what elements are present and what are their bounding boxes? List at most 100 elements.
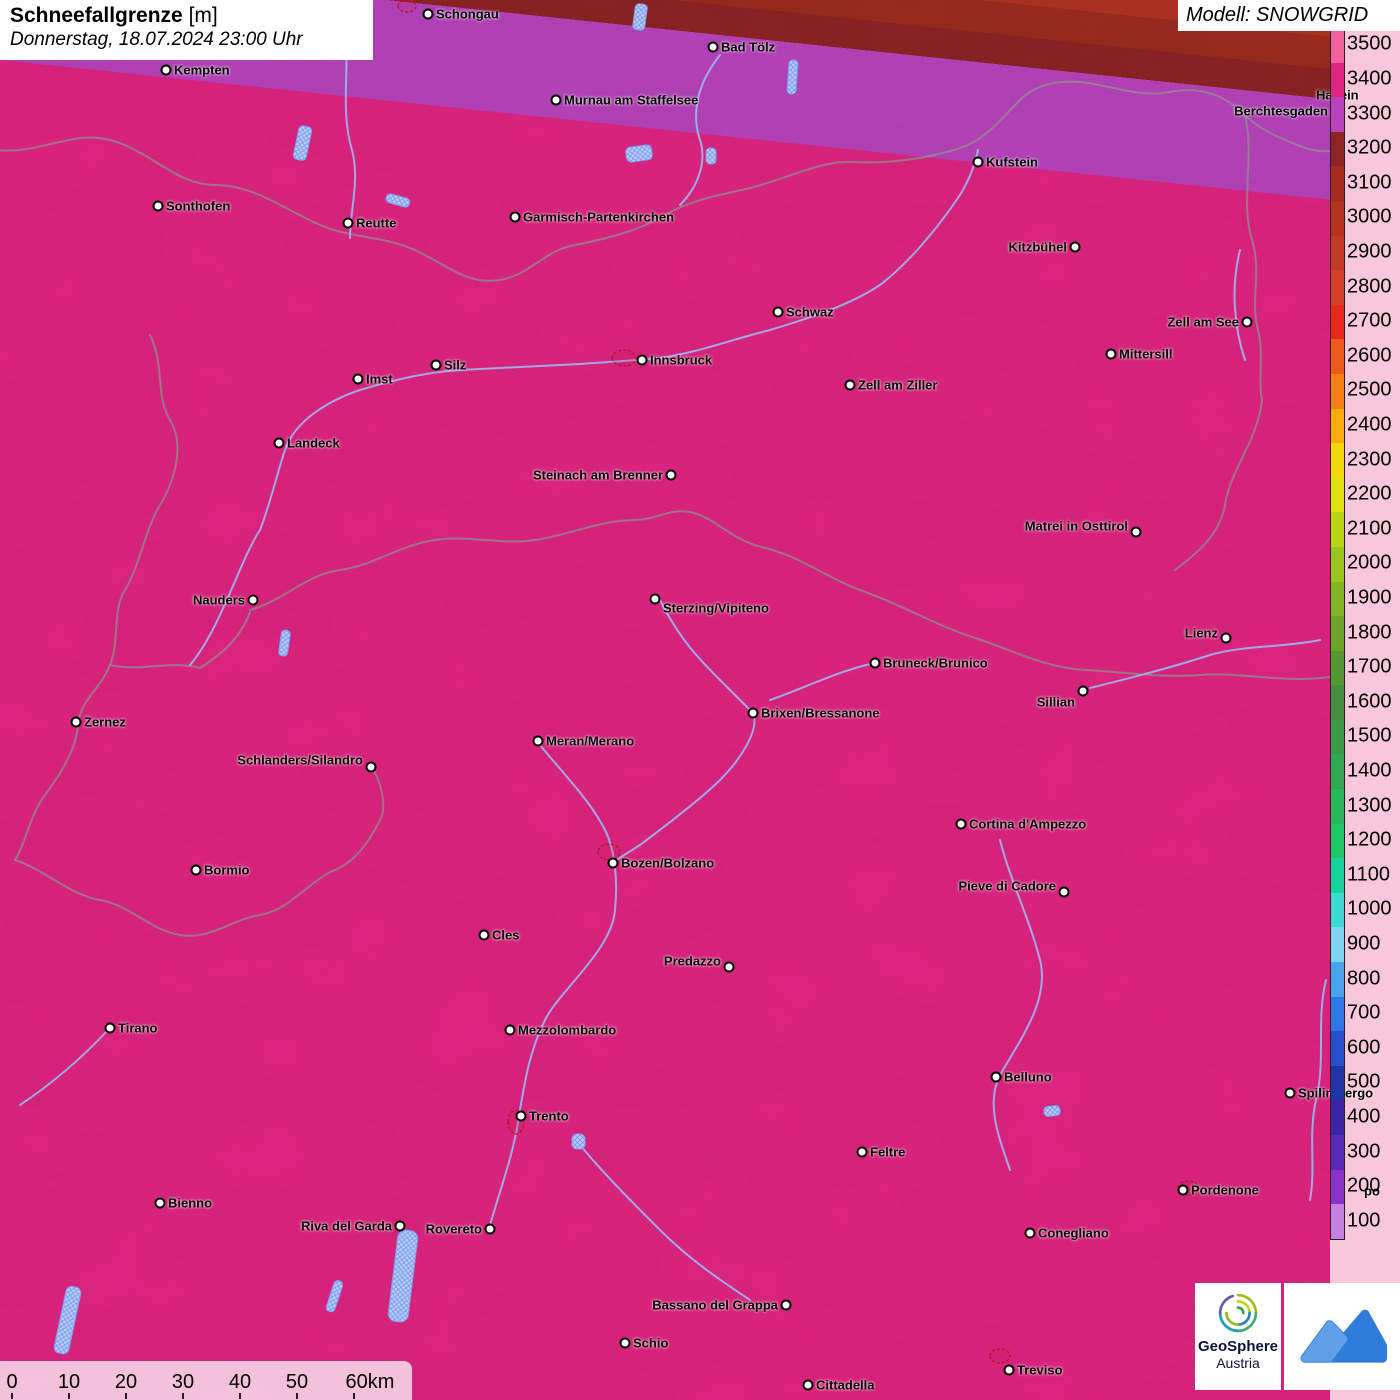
city-dot <box>1285 1088 1296 1099</box>
city-label: Schongau <box>436 7 499 22</box>
city-label: Garmisch-Partenkirchen <box>523 210 674 225</box>
color-scale <box>1330 27 1345 1240</box>
city-label: Conegliano <box>1038 1226 1109 1241</box>
city-label: Pordenone <box>1191 1183 1259 1198</box>
city-dot <box>1004 1365 1015 1376</box>
city-dot <box>71 717 82 728</box>
city-label: Feltre <box>870 1145 905 1160</box>
color-scale-segment <box>1331 374 1344 409</box>
geosphere-logo: GeoSphere Austria <box>1195 1283 1281 1390</box>
city-label: Schlanders/Silandro <box>237 753 363 768</box>
city-label: Schio <box>633 1336 668 1351</box>
color-scale-segment <box>1331 443 1344 478</box>
city-dot <box>191 865 202 876</box>
color-scale-segment <box>1331 824 1344 859</box>
city-dot <box>724 962 735 973</box>
city-label: Bormio <box>204 863 250 878</box>
city-label: Brixen/Bressanone <box>761 706 880 721</box>
color-scale-segment <box>1331 339 1344 374</box>
city-label: Reutte <box>356 216 396 231</box>
city-label: Kempten <box>174 63 230 78</box>
city-label: Trento <box>529 1109 569 1124</box>
city-label: Nauders <box>193 593 245 608</box>
city-dot <box>608 858 619 869</box>
city-label: Pieve di Cadore <box>958 879 1056 894</box>
city-label: Rovereto <box>426 1222 482 1237</box>
city-dot <box>991 1072 1002 1083</box>
city-dot <box>551 95 562 106</box>
color-scale-segment <box>1331 616 1344 651</box>
city-label: Riva del Garda <box>301 1219 392 1234</box>
city-label: Bozen/Bolzano <box>621 856 714 871</box>
color-scale-segment <box>1331 166 1344 201</box>
color-scale-segment <box>1331 651 1344 686</box>
city-label: Schwaz <box>786 305 834 320</box>
scale-bar-tick-label: 30 <box>172 1371 194 1394</box>
color-scale-segment <box>1331 997 1344 1032</box>
color-scale-segment <box>1331 1135 1344 1170</box>
color-scale-segment <box>1331 720 1344 755</box>
city-dot <box>1131 527 1142 538</box>
city-label: Zell am See <box>1167 315 1239 330</box>
city-dot <box>620 1338 631 1349</box>
scale-bar-tick-label: 10 <box>58 1371 80 1394</box>
city-dot <box>1106 349 1117 360</box>
city-dot <box>870 658 881 669</box>
scale-bar-tick-label: 40 <box>229 1371 251 1394</box>
city-label: Cles <box>492 928 519 943</box>
city-label: Bruneck/Brunico <box>883 656 988 671</box>
city-label: Imst <box>366 372 393 387</box>
city-label: Steinach am Brenner <box>533 468 663 483</box>
city-label: Sonthofen <box>166 199 230 214</box>
scale-bar: 0102030405060km <box>0 1361 412 1400</box>
city-dot <box>748 708 759 719</box>
city-dot <box>353 374 364 385</box>
color-scale-segment <box>1331 478 1344 513</box>
city-dot <box>708 42 719 53</box>
city-dot <box>803 1380 814 1391</box>
scale-bar-tick <box>182 1393 184 1399</box>
city-label: Lienz <box>1185 626 1218 641</box>
city-label: Bassano del Grappa <box>652 1298 778 1313</box>
color-scale-segment <box>1331 789 1344 824</box>
city-label: Zell am Ziller <box>858 378 937 393</box>
color-scale-segment <box>1331 270 1344 305</box>
color-scale-segment <box>1331 858 1344 893</box>
city-dot <box>845 380 856 391</box>
color-scale-segment <box>1331 28 1344 63</box>
color-scale-segment <box>1331 547 1344 582</box>
color-scale-segment <box>1331 1100 1344 1135</box>
city-dot <box>666 470 677 481</box>
map-datetime: Donnerstag, 18.07.2024 23:00 Uhr <box>10 29 363 51</box>
city-label: Sillian <box>1037 695 1075 710</box>
color-scale-segment <box>1331 893 1344 928</box>
city-dot <box>1221 633 1232 644</box>
color-scale-segment <box>1331 685 1344 720</box>
city-label: Zernez <box>84 715 126 730</box>
color-scale-segment <box>1331 236 1344 271</box>
city-dot <box>516 1111 527 1122</box>
city-label: Cortina d'Ampezzo <box>969 817 1086 832</box>
city-dot <box>956 819 967 830</box>
snowfall-line-map: SchongauBad TölzKemptenMurnau am Staffel… <box>0 0 1400 1400</box>
city-label: Belluno <box>1004 1070 1052 1085</box>
color-scale-segment <box>1331 927 1344 962</box>
city-label: Cittadella <box>816 1378 875 1393</box>
color-scale-segment <box>1331 512 1344 547</box>
city-dot <box>479 930 490 941</box>
city-dot <box>857 1147 868 1158</box>
color-scale-segment <box>1331 962 1344 997</box>
city-label: po <box>1364 1184 1380 1199</box>
city-label: Matrei in Osttirol <box>1025 519 1128 534</box>
city-dot <box>274 438 285 449</box>
city-label: Mittersill <box>1119 347 1172 362</box>
city-markers-layer: SchongauBad TölzKemptenMurnau am Staffel… <box>0 0 1400 1400</box>
city-dot <box>366 762 377 773</box>
city-dot <box>1178 1185 1189 1196</box>
city-dot <box>781 1300 792 1311</box>
city-label: Mezzolombardo <box>518 1023 616 1038</box>
city-dot <box>248 595 259 606</box>
city-label: Silz <box>444 358 466 373</box>
city-dot <box>161 65 172 76</box>
color-scale-segment <box>1331 63 1344 98</box>
